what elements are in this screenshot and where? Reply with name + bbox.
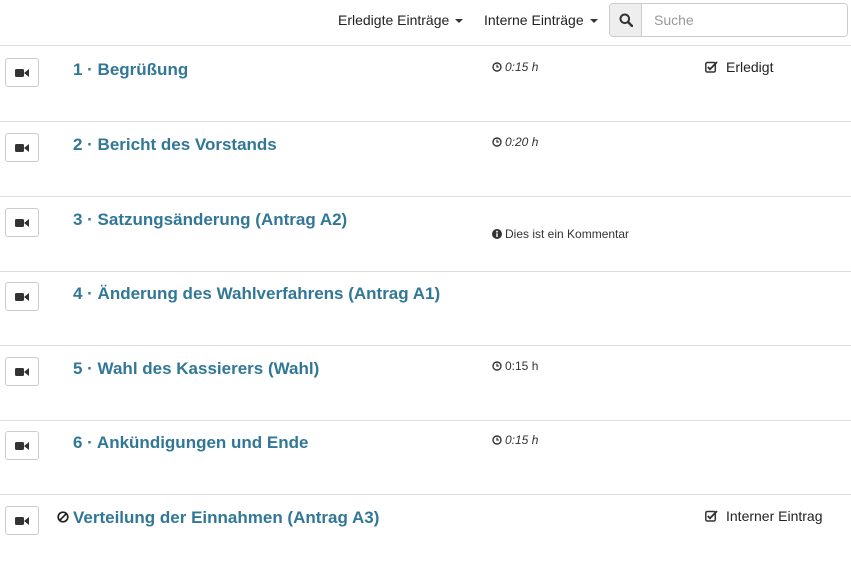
video-camera-icon [15,68,29,77]
caret-down-icon [589,19,598,24]
agenda-item-comment: Dies ist ein Kommentar [492,227,629,241]
agenda-item-title[interactable]: 5 · Wahl des Kassierers (Wahl) [73,359,319,379]
search-group [609,3,848,37]
video-camera-icon [15,218,29,227]
agenda-item-title[interactable]: 6 · Ankündigungen und Ende [73,433,308,453]
clock-icon [492,62,502,72]
video-camera-icon [15,516,29,525]
ban-icon [57,511,69,523]
projector-button[interactable] [5,133,39,162]
agenda-item-3: 3 · Satzungsänderung (Antrag A2) Dies is… [0,197,851,272]
caret-down-icon [455,19,464,24]
agenda-item-2: 2 · Bericht des Vorstands 0:20 h [0,122,851,197]
video-camera-icon [15,441,29,450]
projector-button[interactable] [5,58,39,87]
search-button[interactable] [610,4,642,36]
search-icon [619,13,633,27]
agenda-item-duration: 0:20 h [492,135,538,149]
duration-text: 0:20 h [505,135,539,149]
internal-entries-dropdown[interactable]: Interne Einträge [484,12,598,28]
projector-button[interactable] [5,282,39,311]
status-text: Interner Eintrag [726,508,823,524]
info-icon [492,229,502,239]
projector-button[interactable] [5,506,39,535]
video-camera-icon [15,292,29,301]
projector-button[interactable] [5,208,39,237]
projector-button[interactable] [5,431,39,460]
done-entries-dropdown[interactable]: Erledigte Einträge [338,12,464,28]
agenda-item-title[interactable]: 3 · Satzungsänderung (Antrag A2) [73,210,347,230]
clock-icon [492,361,502,371]
agenda-item-4: 4 · Änderung des Wahlverfahrens (Antrag … [0,271,851,346]
agenda-item-1: 1 · Begrüßung 0:15 h Erledigt [0,47,851,122]
agenda-item-title[interactable]: 4 · Änderung des Wahlverfahrens (Antrag … [73,284,440,304]
comment-text: Dies ist ein Kommentar [505,227,630,241]
clock-icon [492,435,502,445]
agenda-item-title[interactable]: 1 · Begrüßung [73,60,188,80]
video-camera-icon [15,367,29,376]
agenda-item-5: 5 · Wahl des Kassierers (Wahl) 0:15 h [0,346,851,421]
duration-text: 0:15 h [505,359,539,373]
checkbox-checked-icon [705,61,718,73]
agenda-item-7: Verteilung der Einnahmen (Antrag A3) Int… [0,495,851,570]
clock-icon [492,137,502,147]
agenda-item-status: Interner Eintrag [705,508,823,524]
checkbox-checked-icon [705,510,718,522]
agenda-item-title[interactable]: Verteilung der Einnahmen (Antrag A3) [73,508,379,528]
agenda-item-6: 6 · Ankündigungen und Ende 0:15 h [0,420,851,495]
projector-button[interactable] [5,357,39,386]
video-camera-icon [15,143,29,152]
status-text: Erledigt [726,59,774,75]
toolbar: Erledigte Einträge Interne Einträge [0,0,851,46]
agenda-item-duration: 0:15 h [492,60,538,74]
agenda-item-status: Erledigt [705,59,773,75]
duration-text: 0:15 h [505,60,539,74]
agenda-item-title[interactable]: 2 · Bericht des Vorstands [73,135,277,155]
agenda-item-duration: 0:15 h [492,433,538,447]
done-entries-label: Erledigte Einträge [338,12,450,28]
internal-entries-label: Interne Einträge [484,12,584,28]
search-input[interactable] [642,4,847,36]
duration-text: 0:15 h [505,433,539,447]
agenda-item-duration: 0:15 h [492,359,538,373]
